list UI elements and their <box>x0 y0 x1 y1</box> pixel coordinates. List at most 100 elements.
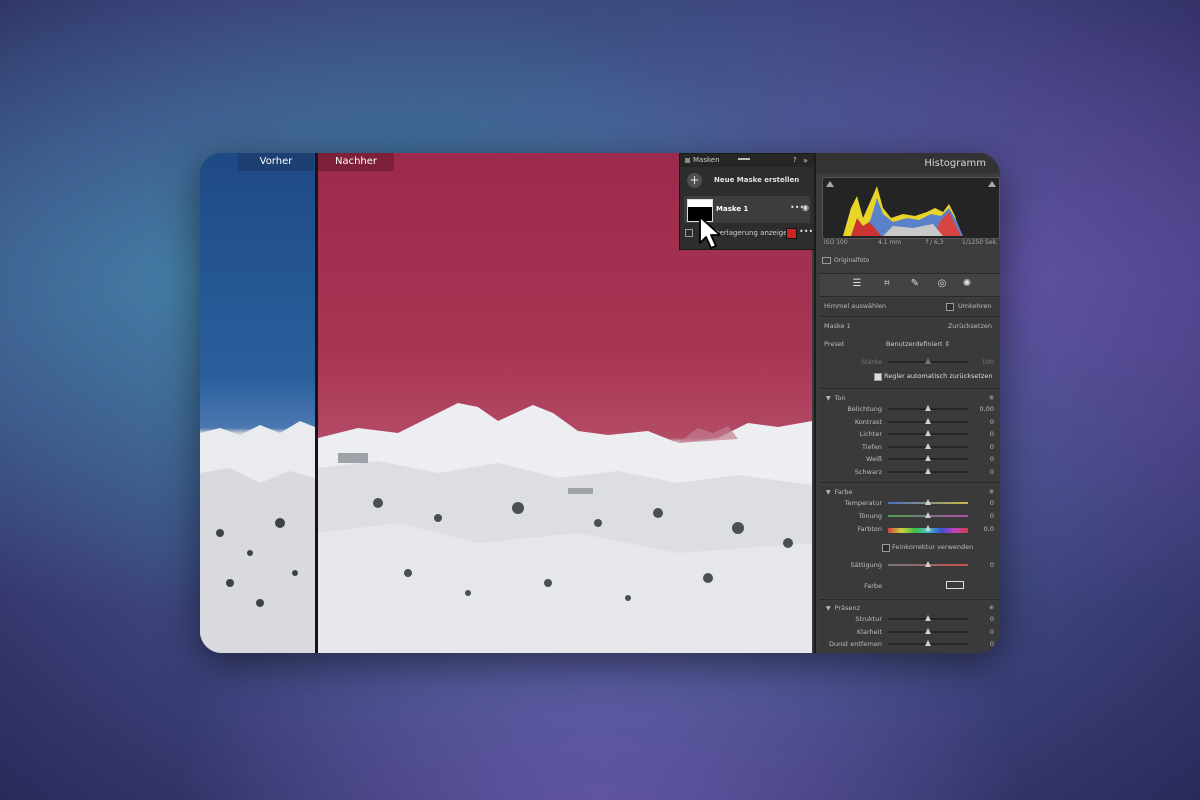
mask-icon[interactable]: ✺ <box>960 278 974 289</box>
exif-iso: ISO 100 <box>824 239 848 246</box>
slider-knob[interactable] <box>925 405 931 411</box>
shadow-clipping-icon[interactable] <box>826 181 834 187</box>
slider-label: Struktur <box>855 615 882 623</box>
slider-label: Weiß <box>866 455 882 464</box>
before-image <box>200 153 315 653</box>
slider-knob[interactable] <box>925 442 931 449</box>
saturation-knob[interactable] <box>925 561 931 567</box>
new-mask-label: Neue Maske erstellen <box>714 176 800 184</box>
praesenz-header[interactable]: ▼ Präsenz <box>826 604 860 612</box>
slider-track[interactable] <box>888 512 968 518</box>
redeye-icon[interactable]: ◎ <box>935 278 949 289</box>
collapse-triangle-icon[interactable]: ▼ <box>826 489 831 496</box>
slider-label: Farbton <box>857 525 882 533</box>
color-label: Farbe <box>864 582 882 590</box>
slider-track[interactable] <box>888 468 968 474</box>
farbe-header[interactable]: ▼ Farbe <box>826 488 853 496</box>
invert-checkbox[interactable] <box>946 303 954 311</box>
masks-panel-header[interactable]: Masken ? » <box>680 154 814 167</box>
slider-knob[interactable] <box>925 627 931 634</box>
saturation-slider[interactable] <box>888 561 968 567</box>
exif-focal: 4.1 mm <box>878 239 902 246</box>
farbe-title: Farbe <box>834 488 853 496</box>
original-checkbox[interactable] <box>822 257 831 264</box>
slider-track[interactable] <box>888 430 968 437</box>
slider-label: Belichtung <box>847 405 882 413</box>
help-icon[interactable]: ? <box>793 154 797 167</box>
sliders-icon[interactable]: ☰ <box>850 278 864 289</box>
original-photo-toggle[interactable]: Originalfoto <box>822 257 869 264</box>
divider <box>820 482 1000 483</box>
slider-knob[interactable] <box>925 499 931 505</box>
mask-settings-label: Maske 1 <box>824 322 851 330</box>
slider-knob[interactable] <box>925 468 931 474</box>
collapse-triangle-icon[interactable]: ▼ <box>826 605 831 612</box>
masks-title: Masken <box>693 156 720 164</box>
slider-value: 0 <box>989 499 994 507</box>
grip-icon[interactable] <box>685 158 690 163</box>
visibility-eye-icon[interactable]: ◉ <box>802 203 809 212</box>
color-swatch[interactable] <box>946 581 964 589</box>
slider-track[interactable] <box>888 627 968 634</box>
exif-shutter: 1/1250 Sek. <box>962 239 998 246</box>
slider-track[interactable] <box>888 640 968 646</box>
praesenz-eye-icon[interactable]: ◉ <box>989 604 994 611</box>
amount-slider[interactable] <box>888 358 968 364</box>
slider-track[interactable] <box>888 417 968 424</box>
fine-tune-checkbox[interactable] <box>882 544 890 552</box>
slider-track[interactable] <box>888 442 968 449</box>
slider-track[interactable] <box>888 499 968 505</box>
amount-knob[interactable] <box>925 358 931 364</box>
praesenz-title: Präsenz <box>834 604 861 612</box>
slider-value: 0 <box>989 615 994 623</box>
ton-eye-icon[interactable]: ◉ <box>989 394 994 401</box>
auto-reset-checkbox[interactable] <box>874 373 882 381</box>
ton-title: Ton <box>834 394 846 402</box>
amount-label: Stärke <box>861 358 882 366</box>
slider-value: 0 <box>989 430 994 439</box>
slider-track[interactable] <box>888 615 968 621</box>
histogram-chart <box>822 177 1000 239</box>
overlay-color-swatch[interactable] <box>786 228 797 239</box>
slider-knob[interactable] <box>925 525 931 531</box>
slider-knob[interactable] <box>925 615 931 621</box>
farbe-eye-icon[interactable]: ◉ <box>989 488 994 495</box>
slider-knob[interactable] <box>925 430 931 437</box>
preset-dropdown[interactable]: Benutzerdefiniert ⇕ <box>886 340 950 348</box>
collapse-triangle-icon[interactable]: ▼ <box>826 395 831 402</box>
highlight-clipping-icon[interactable] <box>988 181 996 187</box>
slider-value: 0 <box>989 468 994 476</box>
ton-header[interactable]: ▼ Ton <box>826 394 846 402</box>
slider-label: Klarheit <box>856 627 882 636</box>
drag-handle[interactable] <box>738 158 750 160</box>
slider-value: 0,00 <box>979 405 994 413</box>
slider-value: 0 <box>989 417 994 426</box>
praesenz-section: ▼ Präsenz ◉ Struktur 0 Klarheit 0 Dunst entfe… <box>820 602 1000 653</box>
slider-value: 0 <box>989 455 994 464</box>
reset-button[interactable]: Zurücksetzen <box>948 322 992 330</box>
slider-label: Tiefen <box>862 442 882 451</box>
overlay-more-icon[interactable]: ••• <box>799 227 813 236</box>
farbe-section: ▼ Farbe ◉ Temperatur 0 Tönung 0 Farbton 0,0 Fe… <box>820 485 1000 597</box>
collapse-icon[interactable]: » <box>803 154 808 167</box>
divider <box>820 316 1000 317</box>
preset-label: Preset <box>824 340 845 348</box>
slider-value: 0 <box>989 442 994 451</box>
slider-knob[interactable] <box>925 512 931 518</box>
original-photo-label: Originalfoto <box>834 257 870 264</box>
slider-knob[interactable] <box>925 640 931 646</box>
heal-icon[interactable]: ✎ <box>908 278 922 289</box>
crop-icon[interactable]: ⌗ <box>880 278 894 289</box>
slider-label: Kontrast <box>854 417 882 426</box>
overlay-checkbox[interactable] <box>685 229 693 237</box>
new-mask-button[interactable]: + Neue Maske erstellen <box>680 167 814 194</box>
slider-track[interactable] <box>888 525 968 533</box>
divider <box>820 388 1000 389</box>
slider-knob[interactable] <box>925 417 931 424</box>
slider-track[interactable] <box>888 405 968 411</box>
slider-knob[interactable] <box>925 455 931 462</box>
slider-track[interactable] <box>888 455 968 462</box>
select-sky-label[interactable]: Himmel auswählen <box>824 302 886 310</box>
slider-value: 0 <box>989 627 994 636</box>
plus-icon[interactable]: + <box>687 173 702 188</box>
